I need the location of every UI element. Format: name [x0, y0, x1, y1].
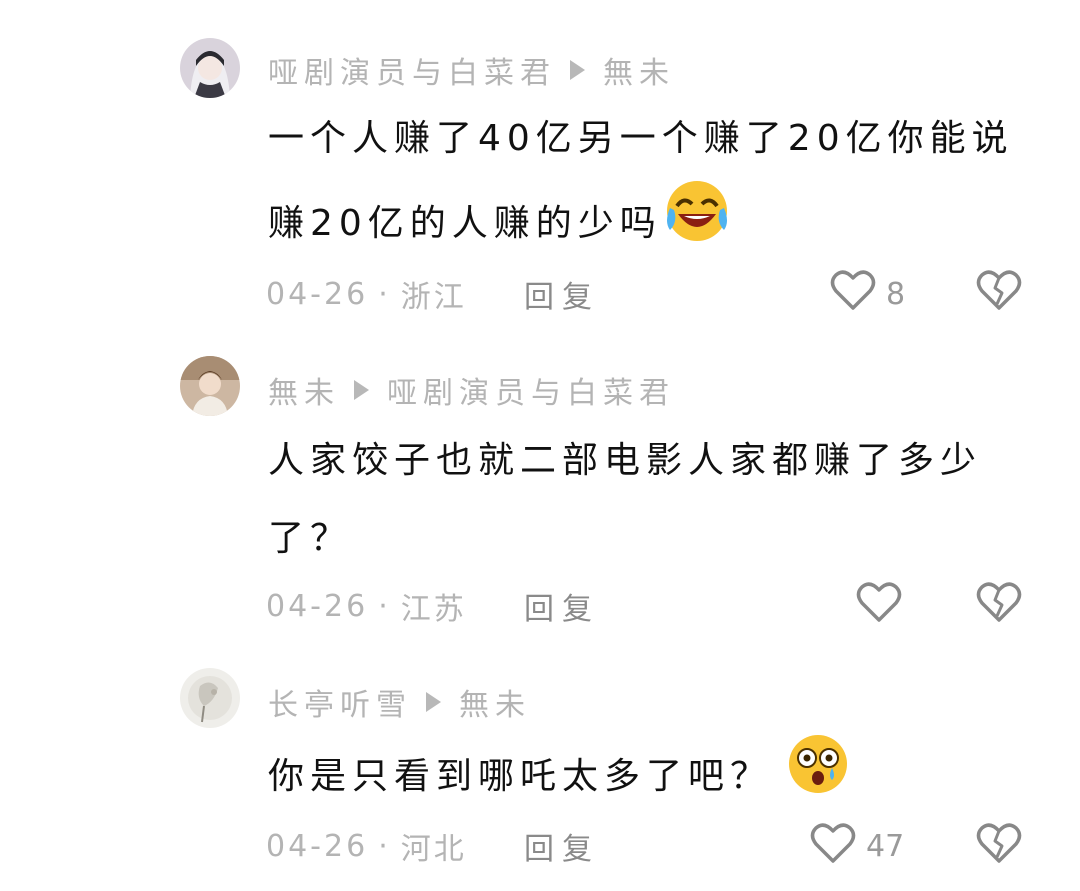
laughing-crying-face-icon: [664, 178, 730, 272]
reply-button[interactable]: 回复: [524, 584, 600, 628]
like-count: 47: [866, 828, 905, 864]
comment-text: 一个人赚了40亿另一个赚了20亿你能说赚20亿的人赚的少吗: [268, 100, 1048, 272]
avatar[interactable]: [180, 668, 240, 728]
reply-arrow-icon: [426, 692, 441, 712]
comment-location: 浙江: [400, 280, 467, 315]
reply-button[interactable]: 回复: [524, 272, 600, 316]
like-count: 8: [886, 276, 906, 312]
reply-arrow-icon: [570, 60, 585, 80]
reply-to-name[interactable]: 無未: [603, 48, 675, 92]
comment-meta: 04-26 · 浙江: [266, 272, 467, 316]
author-name[interactable]: 無未: [268, 368, 340, 412]
meta-separator: ·: [378, 588, 391, 624]
avatar[interactable]: [180, 356, 240, 416]
avatar[interactable]: [180, 38, 240, 98]
comment-text: 你是只看到哪吒太多了吧？: [268, 732, 1048, 824]
heart-icon[interactable]: [810, 821, 856, 865]
author-name[interactable]: 长亭听雪: [268, 680, 412, 724]
comment-header: 哑剧演员与白菜君 無未: [268, 48, 675, 92]
comment-body: 人家饺子也就二部电影人家都赚了多少了？: [268, 440, 983, 559]
shocked-tearful-face-icon: [786, 732, 850, 824]
comment-meta: 04-26 · 河北: [266, 824, 467, 868]
comment-date: 04-26: [266, 828, 369, 864]
broken-heart-icon[interactable]: [976, 268, 1022, 312]
meta-separator: ·: [378, 276, 391, 312]
broken-heart-icon[interactable]: [976, 821, 1022, 865]
comment-date: 04-26: [266, 276, 369, 312]
reply-to-name[interactable]: 哑剧演员与白菜君: [387, 368, 675, 412]
heart-icon[interactable]: [856, 580, 902, 624]
comment-meta: 04-26 · 江苏: [266, 584, 467, 628]
author-name[interactable]: 哑剧演员与白菜君: [268, 48, 556, 92]
broken-heart-icon[interactable]: [976, 580, 1022, 624]
comment-date: 04-26: [266, 588, 369, 624]
reply-arrow-icon: [354, 380, 369, 400]
reply-button[interactable]: 回复: [524, 824, 600, 868]
comment-header: 無未 哑剧演员与白菜君: [268, 368, 675, 412]
meta-separator: ·: [378, 828, 391, 864]
comment-body: 你是只看到哪吒太多了吧？: [268, 756, 773, 797]
comment-location: 江苏: [400, 592, 467, 627]
heart-icon[interactable]: [830, 268, 876, 312]
comment-text: 人家饺子也就二部电影人家都赚了多少了？: [268, 422, 1048, 578]
reply-to-name[interactable]: 無未: [459, 680, 531, 724]
comment-location: 河北: [400, 832, 467, 867]
comment-body: 一个人赚了40亿另一个赚了20亿你能说赚20亿的人赚的少吗: [268, 118, 1014, 244]
comment-header: 长亭听雪 無未: [268, 680, 531, 724]
